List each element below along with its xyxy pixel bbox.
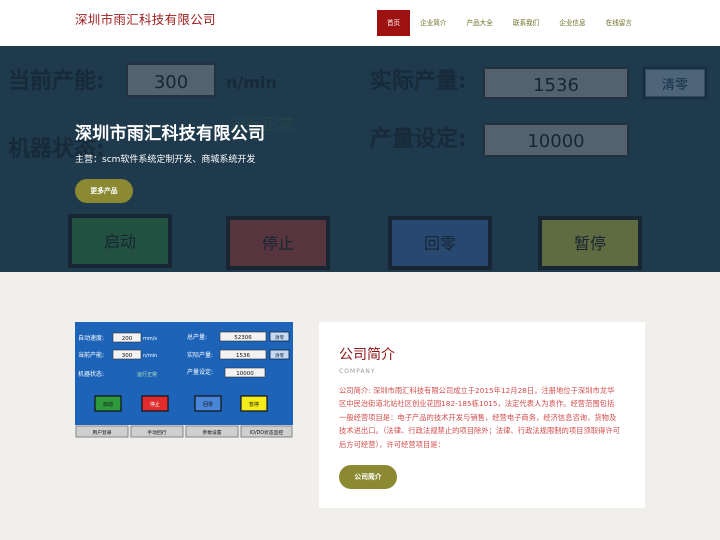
panel-actual-value: 1536 [236, 353, 250, 359]
panel-tab-io: IO/DO状态监控 [250, 429, 284, 436]
hero-title: 深圳市雨汇科技有限公司 [75, 124, 266, 144]
panel-capacity-value: 300 [122, 353, 133, 359]
site-logo[interactable]: 深圳市雨汇科技有限公司 [75, 9, 216, 28]
panel-set-label: 产量设定: [187, 368, 213, 376]
panel-tab-params: 参数设置 [202, 429, 221, 436]
panel-tab-manual: 手动回行 [147, 429, 166, 436]
panel-total-value: 52306 [234, 335, 252, 341]
panel-capacity-unit: n/min [143, 353, 157, 359]
panel-btn-reset: 回零 [203, 402, 213, 408]
about-card: 公司简介 COMPANY 公司简介: 深圳市雨汇科技有限公司成立于2015年12… [319, 322, 645, 508]
nav-item-products[interactable]: 产品大全 [457, 10, 503, 36]
panel-speed-unit: mm/s [143, 336, 157, 342]
panel-btn-start: 启动 [103, 401, 113, 408]
panel-tab-login: 用户登录 [92, 429, 111, 436]
about-button[interactable]: 公司简介 [339, 465, 397, 489]
about-text: 公司简介: 深圳市雨汇科技有限公司成立于2015年12月28日，注册地位于深圳市… [339, 386, 620, 449]
panel-speed-value: 200 [122, 336, 133, 342]
panel-total-label: 总产量: [187, 333, 207, 341]
control-panel-image: 自动速度: 200 mm/s 总产量: 52306 清零 当前产能: 300 n… [75, 322, 293, 438]
panel-clear-2: 清零 [275, 352, 284, 359]
panel-clear-1: 清零 [275, 334, 284, 341]
more-products-button[interactable]: 更多产品 [75, 179, 133, 203]
about-subtitle: COMPANY [339, 368, 376, 375]
panel-speed-label: 自动速度: [78, 334, 104, 342]
about-title: 公司简介 [339, 347, 395, 363]
nav-item-message[interactable]: 在线留言 [596, 10, 642, 36]
panel-actual-label: 实际产量: [187, 351, 213, 359]
nav-item-about[interactable]: 企业简介 [410, 10, 456, 36]
site-header: 深圳市雨汇科技有限公司 首页 企业简介 产品大全 联系我们 企业信息 在线留言 [0, 0, 720, 46]
main-nav: 首页 企业简介 产品大全 联系我们 企业信息 在线留言 [376, 10, 642, 36]
nav-item-home[interactable]: 首页 [376, 10, 411, 36]
hero-banner: 当前产能: 300 n/min 实际产量: 1536 清零 机器状态: 运行正常… [0, 46, 720, 272]
panel-state-label: 机器状态: [78, 370, 104, 378]
panel-btn-stop: 停止 [150, 401, 160, 408]
hero-subtitle: 主营：scm软件系统定制开发、商城系统开发 [75, 155, 256, 165]
panel-capacity-label: 当前产能: [78, 351, 104, 359]
nav-item-contact[interactable]: 联系我们 [503, 10, 549, 36]
nav-item-info[interactable]: 企业信息 [549, 10, 595, 36]
panel-set-value: 10000 [236, 371, 254, 377]
panel-state-value: 运行正常 [137, 371, 157, 378]
panel-btn-pause: 暂停 [249, 401, 259, 408]
